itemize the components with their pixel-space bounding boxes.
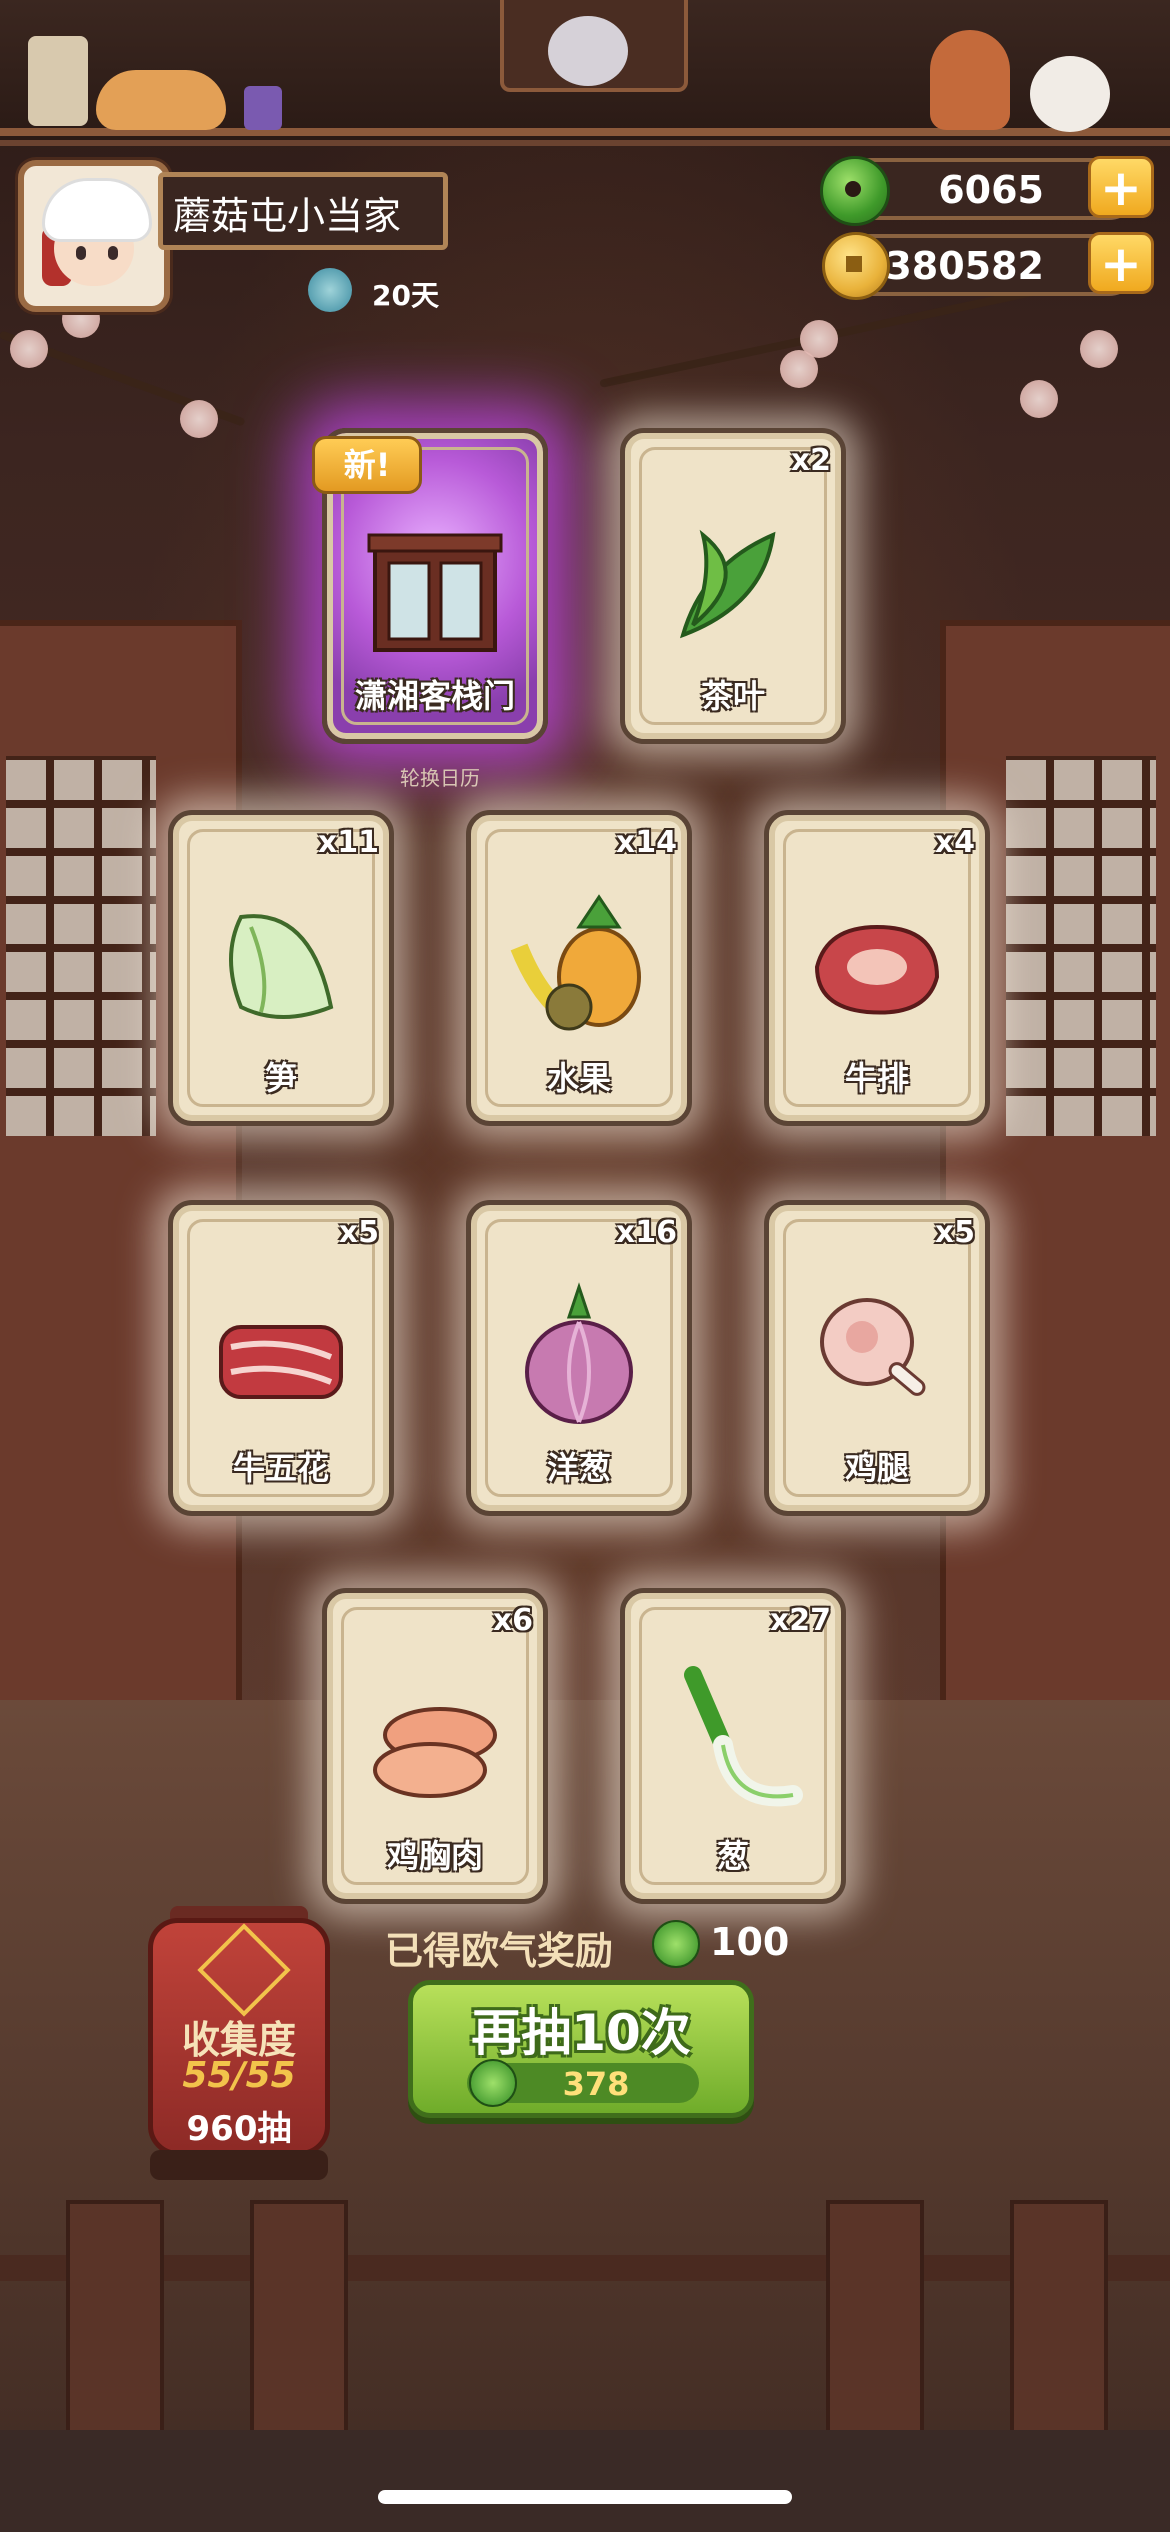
right-door-lattice — [1006, 756, 1156, 1136]
player-avatar[interactable] — [18, 160, 170, 312]
girl-character-decoration — [930, 30, 1010, 130]
lantern-diamond-ornament — [197, 1923, 291, 2017]
card-tea-leaf[interactable]: x2 茶叶 — [620, 428, 846, 744]
game-scene: 蘑菇屯小当家 20天 6065 + 53380582 + 潇湘客栈门 新! 轮换… — [0, 0, 1170, 2532]
new-badge: 新! — [312, 436, 422, 494]
card-onion[interactable]: x16 洋葱 — [466, 1200, 692, 1516]
globe-days-icon — [308, 268, 352, 312]
cat-decoration — [96, 70, 226, 130]
draw-ten-again-button[interactable]: 再抽10次 378 — [408, 1980, 754, 2118]
jade-icon — [820, 156, 890, 226]
card-label: 笋 — [264, 1059, 297, 1097]
avatar-chef-hat — [42, 178, 152, 242]
add-coins-button[interactable]: + — [1088, 232, 1154, 294]
add-jade-button[interactable]: + — [1088, 156, 1154, 218]
draw-cost: 378 — [562, 2065, 630, 2103]
fence-post — [250, 2200, 348, 2458]
gold-coin-icon — [822, 232, 890, 300]
luck-reward-value: 100 — [710, 1920, 790, 1964]
player-name[interactable]: 蘑菇屯小当家 — [158, 172, 448, 250]
collection-lantern[interactable]: 收集度 55/55 960抽 — [148, 1918, 330, 2156]
card-steak[interactable]: x4 牛排 — [764, 810, 990, 1126]
drumstick-icon — [820, 1298, 926, 1396]
card-count: x4 — [934, 825, 975, 860]
card-beef-belly[interactable]: x5 牛五花 — [168, 1200, 394, 1516]
door-icon — [367, 533, 503, 652]
total-draws: 960抽 — [186, 2109, 292, 2149]
card-drumstick[interactable]: x5 鸡腿 — [764, 1200, 990, 1516]
card-scallion[interactable]: x27 葱 — [620, 1588, 846, 1904]
card-label: 牛排 — [844, 1059, 909, 1097]
luck-reward-label: 已得欧气奖励 — [385, 1929, 614, 1973]
white-cat-decoration — [1030, 56, 1110, 132]
card-count: x11 — [317, 825, 379, 860]
card-label: 潇湘客栈门 — [354, 677, 515, 715]
bamboo-shoot-icon — [229, 914, 334, 1019]
fence-post — [66, 2200, 164, 2458]
blossom — [780, 350, 818, 388]
card-count: x5 — [338, 1215, 379, 1250]
fence-rail — [0, 2255, 1170, 2281]
left-door-lattice — [6, 756, 156, 1136]
blossom — [1080, 330, 1118, 368]
avatar-eye — [76, 246, 86, 260]
card-chicken-breast[interactable]: x6 鸡胸肉 — [322, 1588, 548, 1904]
card-count: x14 — [615, 825, 677, 860]
blossom — [10, 330, 48, 368]
jade-icon — [652, 1920, 700, 1968]
right-door — [940, 620, 1170, 1712]
beef-belly-icon — [219, 1325, 343, 1399]
tea-leaf-icon — [679, 529, 776, 639]
scallion-icon — [684, 1666, 803, 1807]
fence-post — [826, 2200, 924, 2458]
chicken-breast-icon — [373, 1707, 497, 1798]
card-count: x27 — [769, 1603, 831, 1638]
avatar-eye — [108, 246, 118, 260]
left-door — [0, 620, 242, 1712]
purple-jar-decoration — [244, 86, 282, 130]
bottom-bar — [0, 2430, 1170, 2532]
fence-post — [1010, 2200, 1108, 2458]
card-count: x16 — [615, 1215, 677, 1250]
card-fruit[interactable]: x14 水果 — [466, 810, 692, 1126]
fruit-icon — [510, 894, 641, 1031]
owl-decoration — [548, 16, 628, 86]
blossom — [180, 400, 218, 438]
home-indicator[interactable] — [378, 2490, 792, 2504]
card-label: 茶叶 — [700, 677, 765, 715]
lantern-base — [150, 2150, 328, 2180]
steak-icon — [814, 924, 940, 1015]
onion-icon — [525, 1282, 633, 1424]
card-label: 水果 — [546, 1059, 611, 1097]
card-label: 牛五花 — [232, 1449, 329, 1487]
card-label: 葱 — [716, 1837, 749, 1875]
card-count: x2 — [790, 443, 831, 478]
draw-button-label: 再抽10次 — [471, 2004, 691, 2062]
card-bamboo-shoot[interactable]: x11 笋 — [168, 810, 394, 1126]
jade-amount: 6065 — [938, 168, 1044, 212]
blossom — [1020, 380, 1058, 418]
card-count: x6 — [492, 1603, 533, 1638]
card-label: 洋葱 — [546, 1449, 611, 1487]
jar-decoration — [28, 36, 88, 126]
days-count: 20天 — [372, 279, 439, 312]
card-label: 鸡胸肉 — [386, 1837, 483, 1875]
card-label: 鸡腿 — [844, 1449, 909, 1487]
rotation-calendar-label: 轮换日历 — [400, 766, 480, 790]
card-count: x5 — [934, 1215, 975, 1250]
collection-progress: 55/55 — [182, 2055, 296, 2096]
